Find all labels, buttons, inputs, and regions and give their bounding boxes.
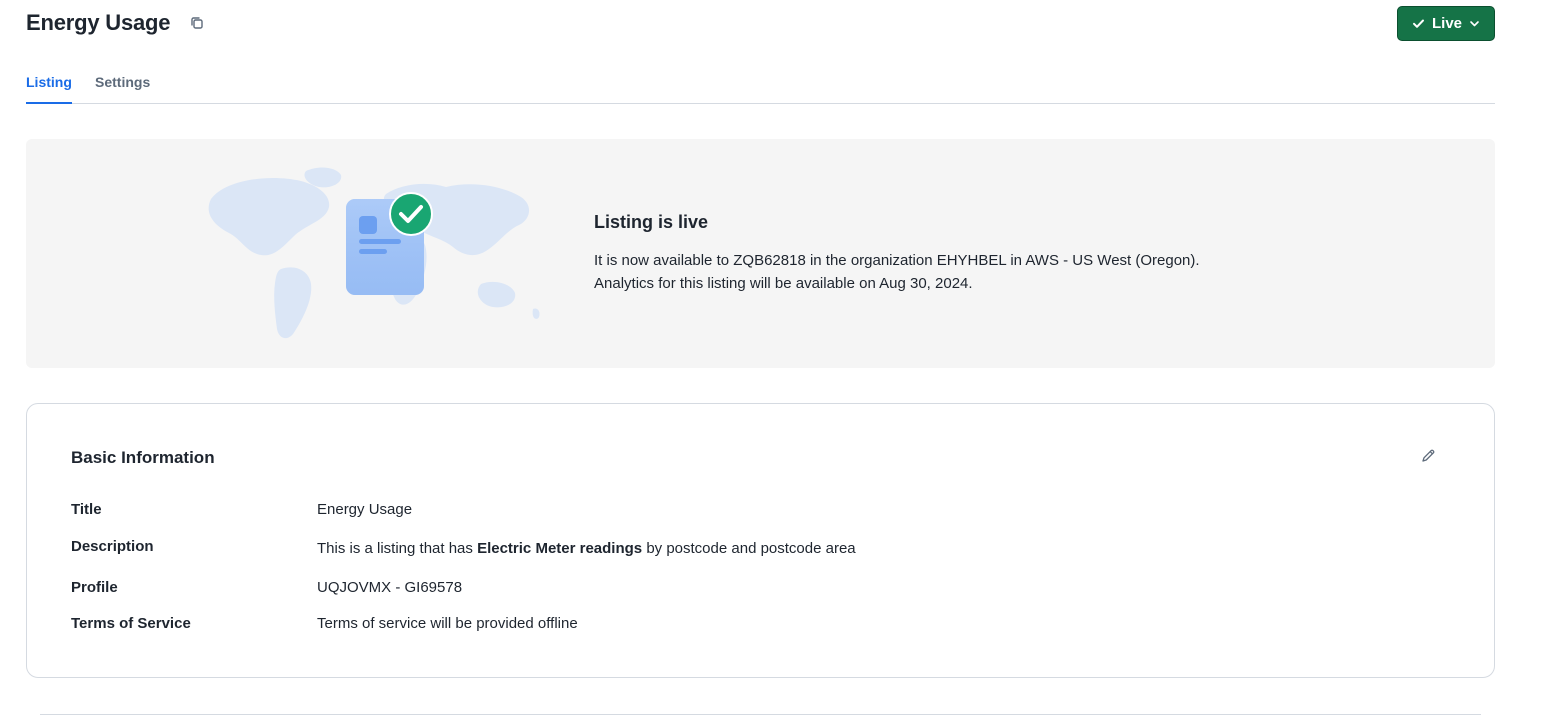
tab-bar: Listing Settings xyxy=(26,62,1495,104)
copy-icon[interactable] xyxy=(189,15,205,31)
description-value: This is a listing that has Electric Mete… xyxy=(317,540,856,557)
title-label: Title xyxy=(71,501,102,518)
live-status-label: Live xyxy=(1431,15,1462,32)
description-text-pre: This is a listing that has xyxy=(317,540,478,557)
banner-title: Listing is live xyxy=(594,212,709,232)
live-status-button[interactable]: Live xyxy=(1397,6,1495,41)
description-text-bold: Electric Meter readings xyxy=(477,540,643,557)
profile-value: UQJOVMX - GI69578 xyxy=(317,579,463,596)
terms-of-service-value: Terms of service will be provided offlin… xyxy=(317,615,578,632)
tab-listing[interactable]: Listing xyxy=(26,74,72,104)
page-header: Energy Usage Live xyxy=(26,6,1495,42)
banner-text: Listing is live It is now available to Z… xyxy=(594,212,1200,295)
check-icon xyxy=(1412,17,1425,30)
description-text-post: by postcode and postcode area xyxy=(642,540,856,557)
banner-analytics-text: Analytics for this listing will be avail… xyxy=(594,275,973,292)
pencil-icon[interactable] xyxy=(1420,448,1436,464)
listing-live-banner: Listing is live It is now available to Z… xyxy=(26,139,1495,368)
profile-label: Profile xyxy=(71,579,118,596)
description-label: Description xyxy=(71,538,154,555)
terms-of-service-label: Terms of Service xyxy=(71,615,191,632)
basic-information-title: Basic Information xyxy=(71,448,215,467)
chevron-down-icon xyxy=(1469,18,1480,29)
tab-settings[interactable]: Settings xyxy=(95,74,150,102)
banner-availability-text: It is now available to ZQB62818 in the o… xyxy=(594,252,1200,269)
basic-information-card: Basic Information Title Energy Usage Des… xyxy=(26,403,1495,678)
title-value: Energy Usage xyxy=(317,501,413,518)
world-map-listing-check-illustration xyxy=(181,159,541,349)
page-title: Energy Usage xyxy=(26,10,171,35)
check-circle-icon xyxy=(389,192,433,236)
